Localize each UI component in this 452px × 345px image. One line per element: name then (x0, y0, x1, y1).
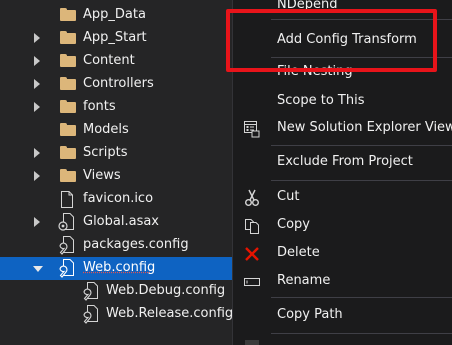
menu-item-cut[interactable]: Cut (233, 186, 452, 210)
tree-item-scripts[interactable]: Scripts (0, 142, 232, 165)
menu-item-exclude-from-project[interactable]: Exclude From Project (233, 151, 452, 175)
collapse-arrow-icon[interactable] (33, 266, 43, 272)
tree-item-label: favicon.ico (83, 191, 154, 206)
menu-item-label: Scope to This (277, 93, 365, 108)
tree-item-label: Content (83, 53, 135, 68)
tree-item-label: Web.Release.config (106, 306, 232, 321)
menu-item-label: Delete (277, 245, 320, 260)
new-view-icon (243, 120, 261, 138)
tree-item-content[interactable]: Content (0, 50, 232, 73)
delete-icon (243, 245, 261, 263)
tree-item-label: Models (83, 122, 129, 137)
folder-icon (60, 54, 76, 67)
tree-item-controllers[interactable]: Controllers (0, 73, 232, 96)
tree-item-label: Global.asax (83, 214, 160, 229)
menu-item-scope-to-this[interactable]: Scope to This (233, 90, 452, 114)
context-menu: NDepend Add Config Transform File Nestin… (232, 0, 452, 345)
folder-icon (60, 31, 76, 44)
tree-item-app-data[interactable]: App_Data (0, 4, 232, 27)
tree-item-models[interactable]: Models (0, 119, 232, 142)
tree-item-label: Views (83, 168, 121, 183)
menu-item-label: New Solution Explorer View (277, 120, 452, 135)
expand-arrow-icon[interactable] (34, 33, 40, 43)
folder-icon (60, 146, 76, 159)
folder-icon (60, 8, 76, 21)
expand-arrow-icon[interactable] (34, 102, 40, 112)
menu-item-copy[interactable]: Copy (233, 214, 452, 238)
tree-item-global-asax[interactable]: Global.asax (0, 211, 232, 234)
menu-item-delete[interactable]: Delete (233, 242, 452, 266)
config-file-icon (82, 305, 100, 328)
menu-separator (271, 57, 452, 58)
menu-separator (271, 180, 452, 181)
folder-icon (60, 169, 76, 182)
rename-icon (243, 273, 261, 291)
menu-item-new-solution-explorer-view[interactable]: New Solution Explorer View (233, 117, 452, 141)
scissors-icon (243, 189, 261, 207)
tree-item-web-release-config[interactable]: Web.Release.config (0, 303, 232, 326)
config-file-icon (58, 259, 76, 282)
menu-separator (271, 145, 452, 146)
menu-item-label: Exclude From Project (277, 154, 413, 169)
menu-item-file-nesting[interactable]: File Nesting (233, 63, 452, 85)
tree-item-label: App_Start (83, 30, 147, 45)
tree-item-label: App_Data (83, 7, 146, 22)
tree-item-label: Web.Debug.config (106, 283, 226, 298)
cut-off-icon (245, 340, 259, 345)
global-asax-icon (58, 213, 76, 236)
menu-separator (271, 19, 452, 20)
menu-item-rename[interactable]: Rename (233, 270, 452, 294)
menu-item-ndepend[interactable]: NDepend (233, 0, 452, 15)
tree-item-label: Scripts (83, 145, 128, 160)
folder-icon (60, 77, 76, 90)
tree-item-web-config[interactable]: Web.config (0, 257, 232, 280)
menu-item-label: File Nesting (277, 64, 353, 79)
tree-item-web-debug-config[interactable]: Web.Debug.config (0, 280, 232, 303)
menu-item-add-config-transform[interactable]: Add Config Transform (233, 29, 452, 53)
file-icon (60, 191, 74, 212)
tree-item-label: Web.config (83, 260, 156, 275)
expand-arrow-icon[interactable] (34, 56, 40, 66)
expand-arrow-icon[interactable] (34, 217, 40, 227)
tree-item-app-start[interactable]: App_Start (0, 27, 232, 50)
menu-item-copy-path[interactable]: Copy Path (233, 304, 452, 328)
config-file-icon (82, 282, 100, 305)
tree-item-favicon[interactable]: favicon.ico (0, 188, 232, 211)
config-file-icon (58, 236, 76, 259)
tree-item-fonts[interactable]: fonts (0, 96, 232, 119)
menu-item-label: Add Config Transform (277, 32, 417, 47)
solution-explorer-tree: App_Data App_Start Content Controllers f… (0, 0, 232, 345)
expand-arrow-icon[interactable] (34, 79, 40, 89)
tree-item-label: Controllers (83, 76, 154, 91)
menu-item-label: Copy (277, 217, 310, 232)
menu-item-label: Copy Path (277, 307, 343, 322)
tree-item-packages-config[interactable]: packages.config (0, 234, 232, 257)
copy-icon (243, 217, 261, 235)
menu-item-label: NDepend (277, 0, 338, 12)
tree-item-label: fonts (83, 99, 116, 114)
tree-item-label: packages.config (83, 237, 189, 252)
menu-separator (271, 333, 452, 334)
menu-item-label: Cut (277, 189, 300, 204)
menu-separator (271, 297, 452, 298)
expand-arrow-icon[interactable] (34, 171, 40, 181)
folder-icon (60, 100, 76, 113)
folder-icon (60, 123, 76, 136)
tree-item-views[interactable]: Views (0, 165, 232, 188)
expand-arrow-icon[interactable] (34, 148, 40, 158)
menu-item-label: Rename (277, 273, 331, 288)
